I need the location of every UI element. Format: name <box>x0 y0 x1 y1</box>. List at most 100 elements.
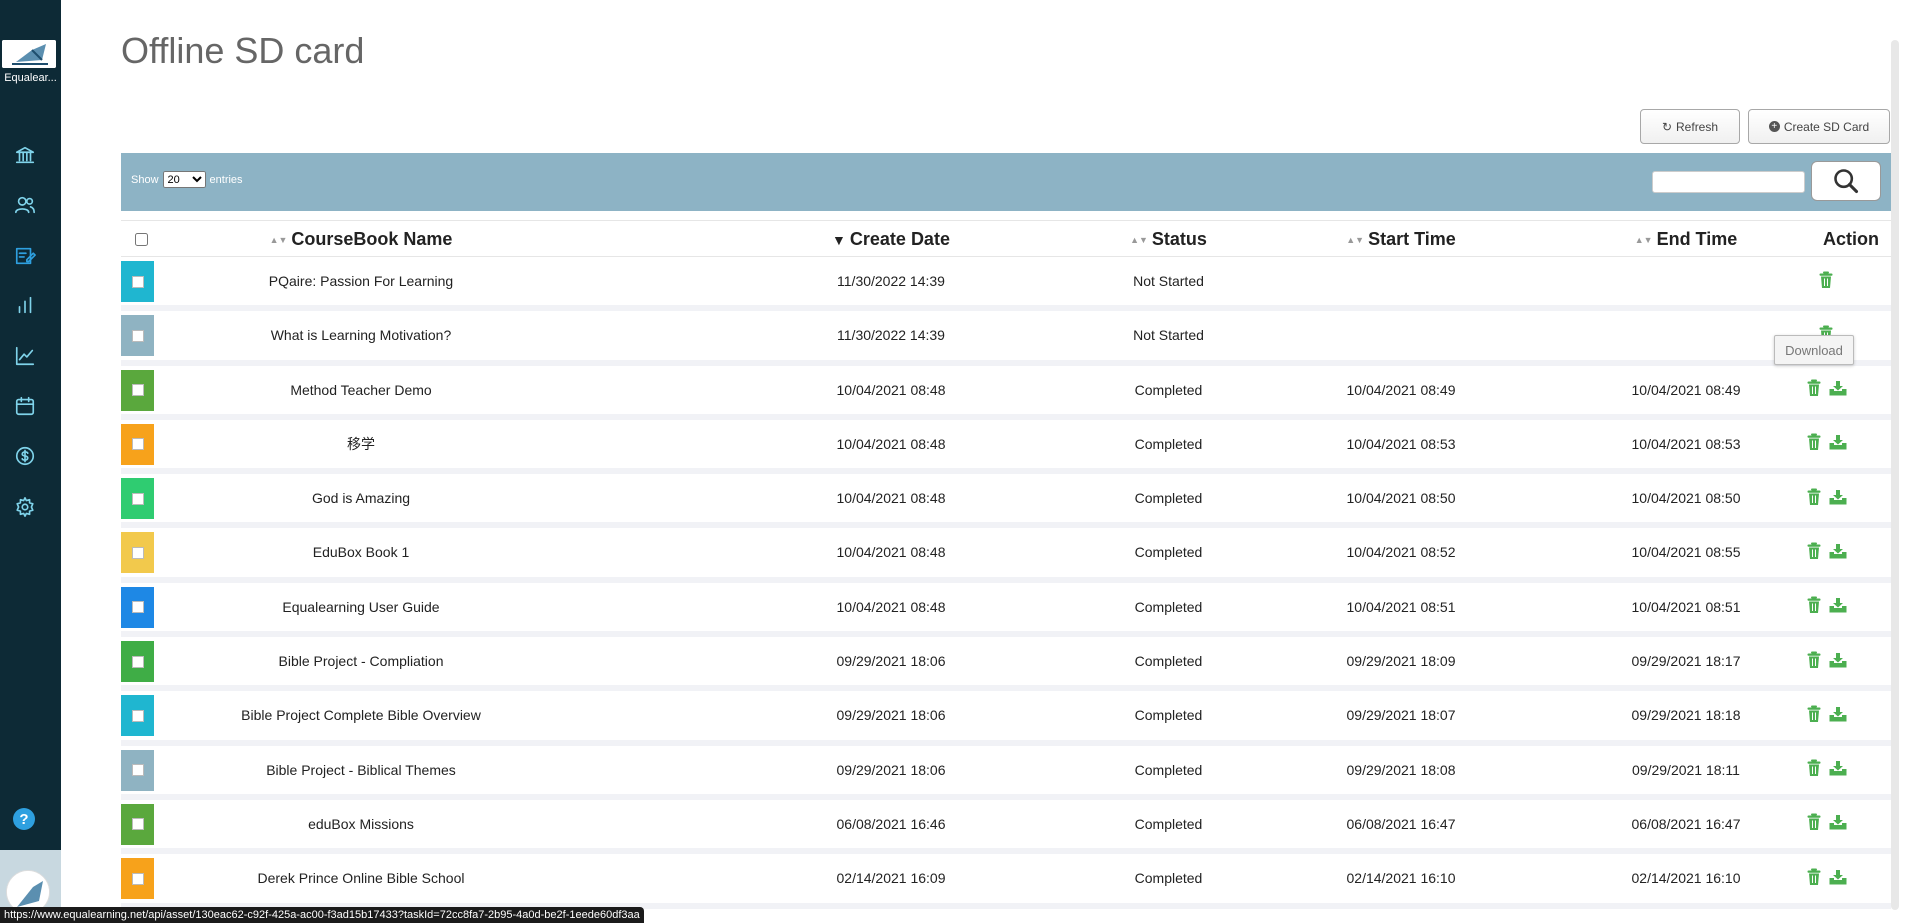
calendar-icon[interactable] <box>12 393 38 419</box>
download-button[interactable] <box>1828 541 1848 564</box>
help-icon[interactable]: ? <box>13 808 35 830</box>
download-button[interactable] <box>1828 704 1848 727</box>
scrollbar[interactable] <box>1891 40 1899 910</box>
delete-button[interactable] <box>1816 270 1836 293</box>
table-row[interactable]: Method Teacher Demo 10/04/2021 08:48 Compl… <box>121 366 1891 420</box>
start-time <box>1241 311 1561 359</box>
row-checkbox[interactable] <box>131 655 144 668</box>
download-icon <box>1829 489 1847 505</box>
trash-icon <box>1819 271 1833 288</box>
row-color-tag <box>121 261 154 302</box>
download-button[interactable] <box>1828 650 1848 673</box>
row-checkbox[interactable] <box>131 275 144 288</box>
download-icon <box>1829 761 1847 776</box>
users-icon[interactable] <box>12 192 38 218</box>
download-button[interactable] <box>1828 487 1848 510</box>
money-icon[interactable] <box>12 443 38 469</box>
delete-button[interactable] <box>1804 758 1824 781</box>
bar-chart-icon[interactable] <box>12 292 38 318</box>
table-row[interactable]: Bible Project - Compliation 09/29/2021 18… <box>121 637 1891 692</box>
row-checkbox[interactable] <box>131 492 144 505</box>
line-chart-icon[interactable] <box>12 343 38 369</box>
edit-icon[interactable] <box>12 243 38 269</box>
header-coursebook-name[interactable]: ▲▼ CourseBook Name <box>181 221 541 258</box>
delete-button[interactable] <box>1804 487 1824 510</box>
table-row[interactable]: God is Amazing 10/04/2021 08:48 Completed 1… <box>121 474 1891 529</box>
delete-button[interactable] <box>1804 541 1824 564</box>
header-start-time[interactable]: ▲▼ Start Time <box>1241 221 1561 258</box>
status-text: Completed <box>1134 381 1203 398</box>
table-row[interactable]: Derek Prince Online Bible School 02/14/20… <box>121 854 1891 909</box>
coursebook-name: Equalearning User Guide <box>282 598 440 615</box>
search-input[interactable] <box>1652 171 1805 193</box>
status-text: Completed <box>1134 598 1203 615</box>
header-status[interactable]: ▲▼ Status <box>1101 221 1236 258</box>
row-checkbox[interactable] <box>131 438 144 451</box>
download-button[interactable] <box>1828 758 1848 781</box>
coursebook-name: God is Amazing <box>311 490 411 507</box>
create-date: 09/29/2021 18:06 <box>836 707 946 724</box>
institution-icon[interactable] <box>12 142 38 168</box>
row-color-tag <box>121 478 154 520</box>
row-checkbox[interactable] <box>131 872 144 885</box>
sort-icon: ▲▼ <box>269 234 288 245</box>
row-checkbox[interactable] <box>131 764 144 777</box>
row-checkbox[interactable] <box>131 329 144 342</box>
row-checkbox[interactable] <box>131 709 144 722</box>
status-url: https://www.equalearning.net/api/asset/1… <box>0 907 644 923</box>
header-create-date[interactable]: ▼ Create Date <box>701 221 1081 258</box>
start-time: 09/29/2021 18:07 <box>1346 707 1456 724</box>
delete-button[interactable] <box>1804 812 1824 835</box>
row-actions <box>1761 800 1891 848</box>
app-logo[interactable]: Equalear... <box>0 36 61 88</box>
table-row[interactable]: PQaire: Passion For Learning 11/30/2022 1… <box>121 257 1891 312</box>
row-checkbox[interactable] <box>131 818 144 831</box>
delete-button[interactable] <box>1804 704 1824 727</box>
create-sd-card-button[interactable]: + Create SD Card <box>1748 109 1890 144</box>
start-time: 02/14/2021 16:10 <box>1346 870 1456 887</box>
header-end-time[interactable]: ▲▼ End Time <box>1561 221 1811 258</box>
status-text: Not Started <box>1133 327 1204 344</box>
table-row[interactable]: eduBox Missions 06/08/2021 16:46 Completed… <box>121 800 1891 855</box>
download-button[interactable] <box>1828 432 1848 455</box>
delete-button[interactable] <box>1804 867 1824 890</box>
refresh-button[interactable]: ↻ Refresh <box>1640 109 1740 144</box>
start-time: 10/04/2021 08:53 <box>1346 435 1456 452</box>
table-row[interactable]: Bible Project - Biblical Themes 09/29/202… <box>121 746 1891 800</box>
table-row[interactable]: What is Learning Motivation? 11/30/2022 1… <box>121 311 1891 366</box>
search-icon <box>1834 169 1859 194</box>
start-time: 10/04/2021 08:50 <box>1346 490 1456 507</box>
download-icon <box>1829 706 1847 722</box>
create-date: 10/04/2021 08:48 <box>836 490 946 507</box>
table-row[interactable]: Equalearning User Guide 10/04/2021 08:48 C… <box>121 583 1891 638</box>
search-button[interactable] <box>1811 161 1881 201</box>
delete-button[interactable] <box>1804 650 1824 673</box>
start-time <box>1241 257 1561 305</box>
delete-button[interactable] <box>1804 595 1824 618</box>
trash-icon <box>1807 759 1821 777</box>
row-checkbox[interactable] <box>131 384 144 397</box>
start-time: 10/04/2021 08:51 <box>1346 598 1456 615</box>
delete-button[interactable] <box>1804 378 1824 401</box>
download-button[interactable] <box>1828 595 1848 618</box>
download-button[interactable] <box>1828 867 1848 890</box>
table-row[interactable]: 移学 10/04/2021 08:48 Completed 10/04/2021 08… <box>121 420 1891 475</box>
status-text: Completed <box>1134 435 1203 452</box>
delete-button[interactable] <box>1804 432 1824 455</box>
select-all-checkbox[interactable] <box>134 233 148 246</box>
download-button[interactable] <box>1828 378 1848 401</box>
entries-select[interactable]: 20 <box>162 171 206 188</box>
gear-icon[interactable] <box>12 494 38 520</box>
status-text: Not Started <box>1133 273 1204 289</box>
start-time: 06/08/2021 16:47 <box>1346 815 1456 832</box>
download-button[interactable] <box>1828 812 1848 835</box>
sort-icon: ▲▼ <box>1130 234 1148 245</box>
table-row[interactable]: EduBox Book 1 10/04/2021 08:48 Completed 10… <box>121 528 1891 583</box>
row-checkbox[interactable] <box>131 546 144 559</box>
table-row[interactable]: Bible Project Complete Bible Overview 09/… <box>121 691 1891 746</box>
status-text: Completed <box>1134 653 1203 670</box>
coursebook-name: What is Learning Motivation? <box>270 327 452 344</box>
create-date: 10/04/2021 08:48 <box>836 381 946 398</box>
row-checkbox[interactable] <box>131 601 144 614</box>
row-color-tag <box>121 315 154 357</box>
